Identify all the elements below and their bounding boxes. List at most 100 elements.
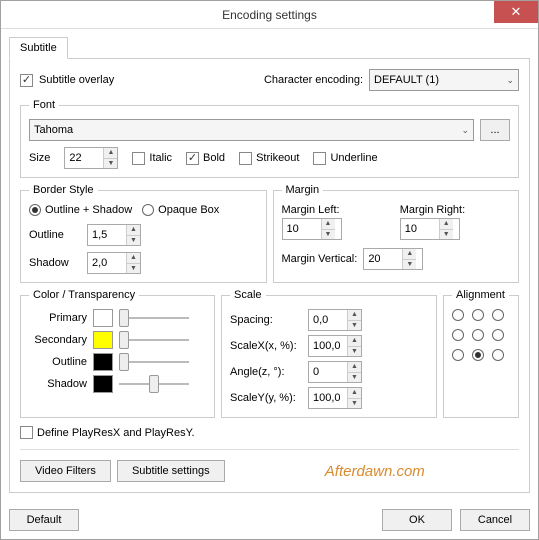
video-filters-button[interactable]: Video Filters bbox=[20, 460, 111, 482]
char-encoding-select[interactable]: DEFAULT (1) ⌄ bbox=[369, 69, 519, 91]
font-browse-button[interactable]: ... bbox=[480, 119, 510, 141]
angle-spinner[interactable]: ▲▼ bbox=[308, 361, 362, 383]
margin-left-spinner[interactable]: ▲▼ bbox=[282, 218, 342, 240]
primary-slider[interactable] bbox=[119, 309, 189, 327]
spin-up-icon[interactable]: ▲ bbox=[440, 219, 453, 230]
color-legend: Color / Transparency bbox=[29, 289, 139, 301]
scalex-spinner[interactable]: ▲▼ bbox=[308, 335, 362, 357]
margin-right-input[interactable] bbox=[401, 219, 439, 239]
spin-up-icon[interactable]: ▲ bbox=[403, 249, 416, 260]
align-mc-radio[interactable] bbox=[472, 329, 484, 341]
align-ml-radio[interactable] bbox=[452, 329, 464, 341]
align-tc-radio[interactable] bbox=[472, 309, 484, 321]
border-legend: Border Style bbox=[29, 184, 98, 196]
outline-shadow-radio[interactable] bbox=[29, 204, 41, 216]
align-bl-radio[interactable] bbox=[452, 349, 464, 361]
titlebar: Encoding settings ✕ bbox=[1, 1, 538, 29]
underline-checkbox[interactable] bbox=[313, 152, 326, 165]
watermark-text: Afterdawn.com bbox=[325, 463, 425, 480]
primary-color-swatch[interactable] bbox=[93, 309, 113, 327]
align-tr-radio[interactable] bbox=[492, 309, 504, 321]
italic-checkbox[interactable] bbox=[132, 152, 145, 165]
tab-subtitle[interactable]: Subtitle bbox=[9, 37, 68, 59]
scaley-spinner[interactable]: ▲▼ bbox=[308, 387, 362, 409]
spin-down-icon[interactable]: ▼ bbox=[322, 230, 335, 240]
bold-checkbox[interactable] bbox=[186, 152, 199, 165]
scalex-input[interactable] bbox=[309, 336, 347, 356]
shadow-color-swatch[interactable] bbox=[93, 375, 113, 393]
secondary-label: Secondary bbox=[29, 334, 87, 346]
font-group: Font Tahoma ⌄ ... Size ▲▼ bbox=[20, 99, 519, 178]
margin-vertical-input[interactable] bbox=[364, 249, 402, 269]
spin-down-icon[interactable]: ▼ bbox=[348, 399, 361, 409]
spin-down-icon[interactable]: ▼ bbox=[348, 347, 361, 357]
angle-input[interactable] bbox=[309, 362, 347, 382]
strikeout-checkbox[interactable] bbox=[239, 152, 252, 165]
spin-down-icon[interactable]: ▼ bbox=[403, 260, 416, 270]
spacing-label: Spacing: bbox=[230, 314, 302, 326]
spin-up-icon[interactable]: ▲ bbox=[348, 362, 361, 373]
align-bc-radio[interactable] bbox=[472, 349, 484, 361]
margin-right-spinner[interactable]: ▲▼ bbox=[400, 218, 460, 240]
opaque-box-radio[interactable] bbox=[142, 204, 154, 216]
font-size-input[interactable] bbox=[65, 148, 103, 168]
font-size-spinner[interactable]: ▲▼ bbox=[64, 147, 118, 169]
spin-up-icon[interactable]: ▲ bbox=[104, 148, 117, 159]
shadow-input[interactable] bbox=[88, 253, 126, 273]
secondary-color-swatch[interactable] bbox=[93, 331, 113, 349]
spin-down-icon[interactable]: ▼ bbox=[127, 236, 140, 246]
outline-slider[interactable] bbox=[119, 353, 189, 371]
window-title: Encoding settings bbox=[1, 8, 538, 22]
chevron-down-icon: ⌄ bbox=[506, 75, 514, 86]
spin-up-icon[interactable]: ▲ bbox=[127, 225, 140, 236]
margin-vertical-spinner[interactable]: ▲▼ bbox=[363, 248, 423, 270]
secondary-slider[interactable] bbox=[119, 331, 189, 349]
scale-legend: Scale bbox=[230, 289, 266, 301]
scaley-input[interactable] bbox=[309, 388, 347, 408]
outline-spinner[interactable]: ▲▼ bbox=[87, 224, 141, 246]
bold-label: Bold bbox=[203, 152, 225, 164]
default-button[interactable]: Default bbox=[9, 509, 79, 531]
char-encoding-label: Character encoding: bbox=[264, 74, 363, 86]
spin-up-icon[interactable]: ▲ bbox=[348, 310, 361, 321]
outline-input[interactable] bbox=[88, 225, 126, 245]
content-area: Subtitle Subtitle overlay Character enco… bbox=[1, 29, 538, 501]
spacing-input[interactable] bbox=[309, 310, 347, 330]
spin-up-icon[interactable]: ▲ bbox=[322, 219, 335, 230]
margin-left-input[interactable] bbox=[283, 219, 321, 239]
shadow-color-label: Shadow bbox=[29, 378, 87, 390]
spin-down-icon[interactable]: ▼ bbox=[127, 264, 140, 274]
font-size-label: Size bbox=[29, 152, 50, 164]
align-tl-radio[interactable] bbox=[452, 309, 464, 321]
close-button[interactable]: ✕ bbox=[494, 1, 538, 23]
ok-button[interactable]: OK bbox=[382, 509, 452, 531]
outline-color-swatch[interactable] bbox=[93, 353, 113, 371]
tab-area: Subtitle Subtitle overlay Character enco… bbox=[9, 37, 530, 493]
subtitle-settings-button[interactable]: Subtitle settings bbox=[117, 460, 225, 482]
spin-down-icon[interactable]: ▼ bbox=[348, 321, 361, 331]
spin-up-icon[interactable]: ▲ bbox=[127, 253, 140, 264]
font-name-select[interactable]: Tahoma ⌄ bbox=[29, 119, 474, 141]
spin-down-icon[interactable]: ▼ bbox=[104, 159, 117, 169]
define-playres-checkbox[interactable] bbox=[20, 426, 33, 439]
outline-shadow-label: Outline + Shadow bbox=[45, 204, 132, 216]
cancel-button[interactable]: Cancel bbox=[460, 509, 530, 531]
subtitle-overlay-checkbox[interactable] bbox=[20, 74, 33, 87]
scalex-label: ScaleX(x, %): bbox=[230, 340, 302, 352]
spacing-spinner[interactable]: ▲▼ bbox=[308, 309, 362, 331]
align-br-radio[interactable] bbox=[492, 349, 504, 361]
underline-label: Underline bbox=[330, 152, 377, 164]
shadow-spinner[interactable]: ▲▼ bbox=[87, 252, 141, 274]
spin-down-icon[interactable]: ▼ bbox=[348, 373, 361, 383]
shadow-slider[interactable] bbox=[119, 375, 189, 393]
spin-up-icon[interactable]: ▲ bbox=[348, 336, 361, 347]
strikeout-label: Strikeout bbox=[256, 152, 299, 164]
define-playres-label: Define PlayResX and PlayResY. bbox=[37, 427, 195, 439]
margin-vertical-label: Margin Vertical: bbox=[282, 253, 358, 265]
italic-label: Italic bbox=[149, 152, 172, 164]
align-mr-radio[interactable] bbox=[492, 329, 504, 341]
tab-panel: Subtitle overlay Character encoding: DEF… bbox=[9, 58, 530, 493]
encoding-settings-window: Encoding settings ✕ Subtitle Subtitle ov… bbox=[0, 0, 539, 540]
spin-down-icon[interactable]: ▼ bbox=[440, 230, 453, 240]
spin-up-icon[interactable]: ▲ bbox=[348, 388, 361, 399]
